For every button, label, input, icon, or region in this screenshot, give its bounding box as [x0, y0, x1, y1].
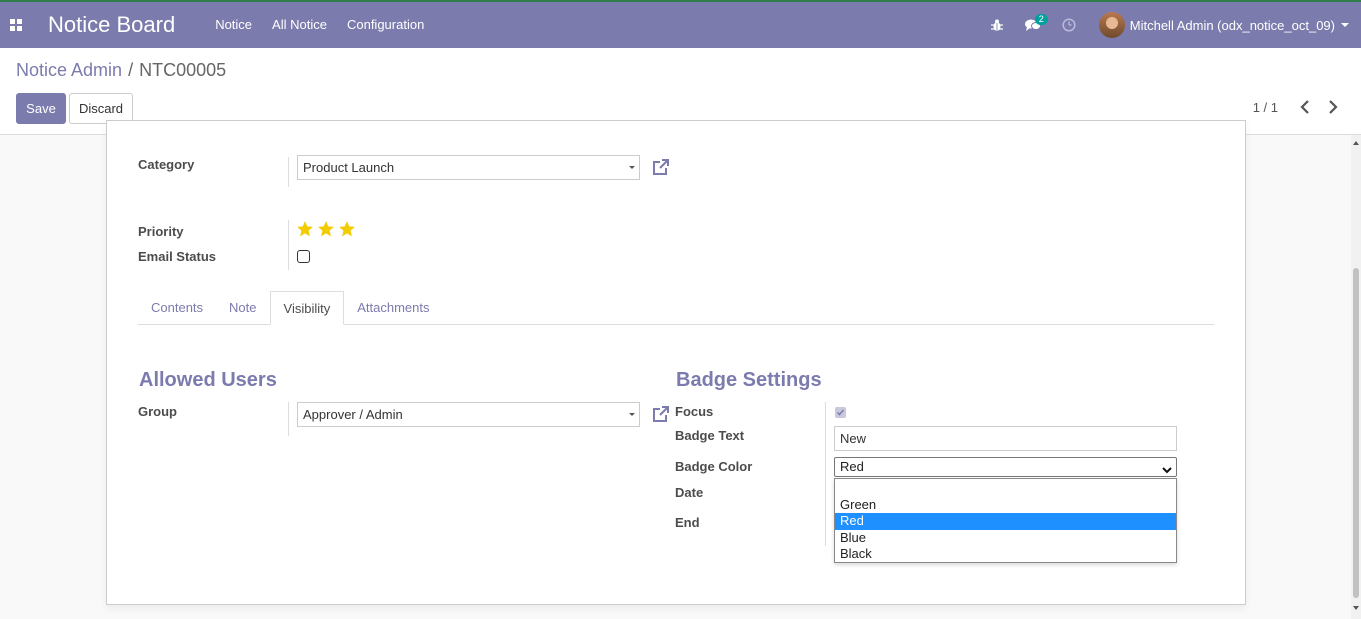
- field-divider: [288, 402, 289, 436]
- breadcrumb-separator: /: [128, 60, 134, 80]
- apps-grid-icon: [10, 19, 22, 31]
- group-label: Group: [138, 404, 177, 419]
- app-brand[interactable]: Notice Board: [48, 12, 175, 38]
- activity-clock-icon[interactable]: [1051, 2, 1087, 48]
- badge-text-input[interactable]: New: [834, 426, 1177, 451]
- chevron-down-icon: [1162, 462, 1172, 477]
- email-status-label: Email Status: [138, 249, 217, 264]
- top-navbar: Notice Board Notice All Notice Configura…: [0, 0, 1361, 48]
- save-button[interactable]: Save: [16, 93, 66, 124]
- option-green[interactable]: Green: [835, 497, 1176, 514]
- badge-text-label: Badge Text: [675, 428, 745, 443]
- main-menu: Notice All Notice Configuration: [205, 2, 434, 48]
- field-divider: [825, 402, 826, 546]
- user-menu[interactable]: Mitchell Admin (odx_notice_oct_09): [1098, 12, 1349, 38]
- field-divider: [288, 220, 289, 270]
- badge-settings-title: Badge Settings: [676, 369, 822, 391]
- chevron-right-icon: [1329, 100, 1338, 114]
- page-scrollbar[interactable]: [1351, 135, 1361, 619]
- focus-checkbox[interactable]: [835, 407, 846, 418]
- external-link-icon: [653, 159, 669, 175]
- tab-note[interactable]: Note: [216, 291, 269, 324]
- date-label: Date: [675, 485, 704, 500]
- field-divider: [288, 157, 289, 187]
- tab-contents[interactable]: Contents: [138, 291, 216, 324]
- scroll-thumb[interactable]: [1353, 268, 1359, 598]
- pager-value[interactable]: 1 / 1: [1253, 100, 1278, 115]
- messages-icon[interactable]: 2: [1015, 2, 1051, 48]
- email-status-checkbox[interactable]: [297, 250, 310, 263]
- navbar-systray: 2 Mitchell Admin (odx_notice_oct_09): [979, 2, 1361, 48]
- group-value: Approver / Admin: [303, 407, 403, 422]
- option-empty[interactable]: [835, 480, 1176, 497]
- chevron-left-icon: [1300, 100, 1309, 114]
- menu-item-notice[interactable]: Notice: [205, 2, 262, 48]
- option-blue[interactable]: Blue: [835, 530, 1176, 547]
- star-icon: [318, 221, 334, 237]
- tab-visibility[interactable]: Visibility: [269, 291, 345, 325]
- badge-color-select[interactable]: Red: [834, 457, 1177, 477]
- breadcrumb: Notice Admin / NTC00005: [16, 60, 226, 81]
- avatar: [1098, 12, 1125, 38]
- debug-bug-icon[interactable]: [979, 2, 1015, 48]
- user-name: Mitchell Admin (odx_notice_oct_09): [1129, 17, 1335, 33]
- star-icon: [297, 221, 313, 237]
- option-red[interactable]: Red: [835, 513, 1176, 530]
- apps-menu-button[interactable]: [0, 2, 32, 48]
- allowed-users-title: Allowed Users: [139, 369, 277, 391]
- scroll-up-arrow-icon[interactable]: [1353, 141, 1359, 145]
- caret-down-icon: [629, 413, 635, 416]
- external-link-icon: [653, 406, 669, 422]
- breadcrumb-current: NTC00005: [139, 60, 227, 80]
- badge-color-label: Badge Color: [675, 459, 753, 474]
- category-value: Product Launch: [303, 160, 395, 175]
- star-icon: [339, 221, 355, 237]
- pager-previous-button[interactable]: [1299, 100, 1313, 116]
- chevron-down-icon: [1341, 23, 1349, 27]
- scroll-down-arrow-icon[interactable]: [1353, 606, 1359, 610]
- group-select[interactable]: Approver / Admin: [297, 402, 640, 427]
- priority-label: Priority: [138, 224, 184, 239]
- menu-item-configuration[interactable]: Configuration: [337, 2, 434, 48]
- category-select[interactable]: Product Launch: [297, 155, 640, 180]
- caret-down-icon: [629, 166, 635, 169]
- badge-color-value: Red: [840, 459, 864, 474]
- focus-label: Focus: [675, 404, 714, 419]
- tab-attachments[interactable]: Attachments: [344, 291, 442, 324]
- badge-color-dropdown: Green Red Blue Black: [834, 478, 1177, 563]
- category-label: Category: [138, 157, 195, 172]
- end-label: End: [675, 515, 700, 530]
- notebook-tabs: Contents Note Visibility Attachments: [138, 291, 1214, 325]
- priority-stars[interactable]: [296, 220, 359, 238]
- pager-next-button[interactable]: [1327, 100, 1341, 116]
- category-external-link-button[interactable]: [651, 157, 671, 177]
- group-external-link-button[interactable]: [651, 404, 671, 424]
- menu-item-all-notice[interactable]: All Notice: [262, 2, 337, 48]
- option-black[interactable]: Black: [835, 546, 1176, 563]
- messages-count-badge: 2: [1034, 14, 1048, 25]
- check-icon: [836, 409, 845, 416]
- breadcrumb-parent-link[interactable]: Notice Admin: [16, 60, 122, 80]
